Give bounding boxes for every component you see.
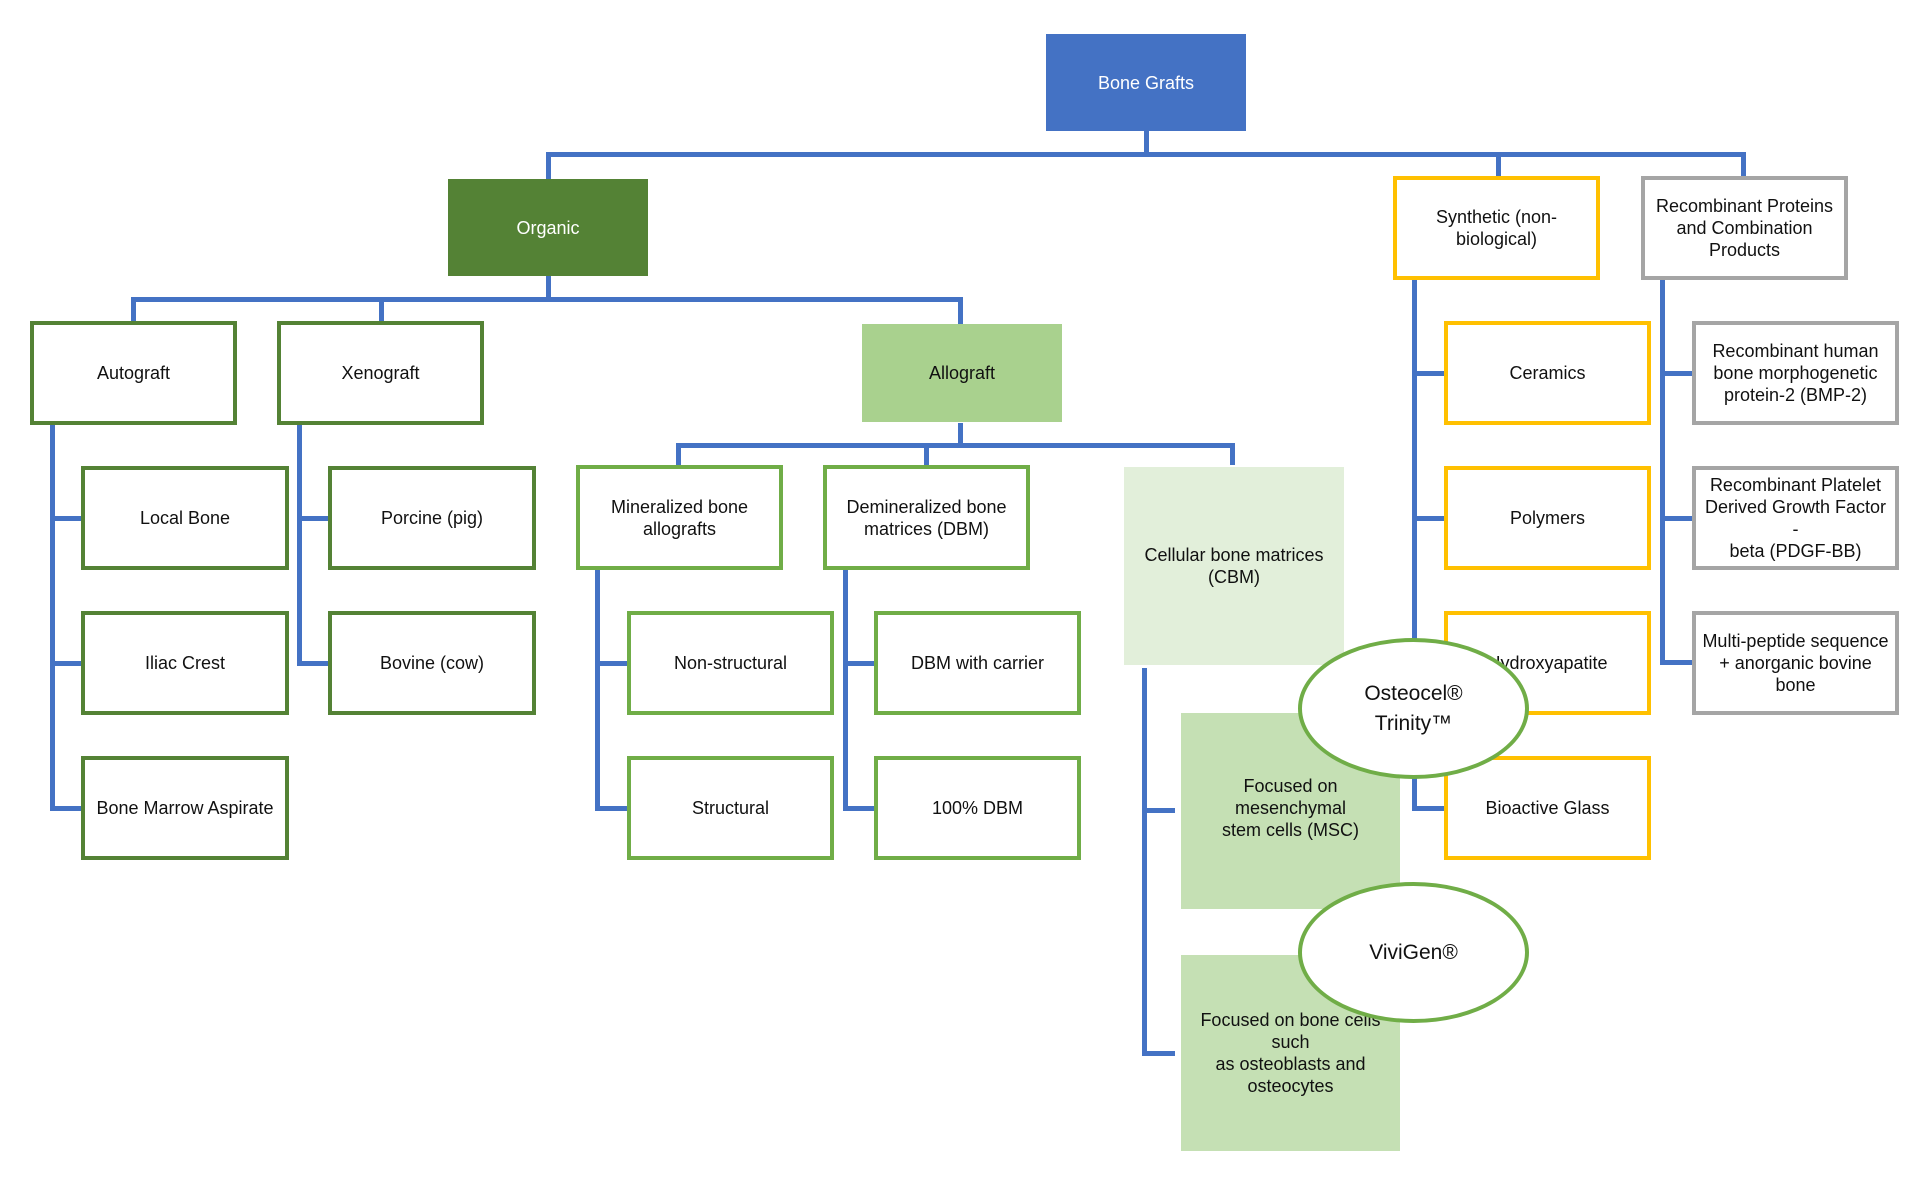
node-ceramics: Ceramics <box>1444 321 1651 425</box>
node-label: Ceramics <box>1509 363 1586 383</box>
node-label: Bioactive Glass <box>1485 798 1610 818</box>
node-label: Recombinant human bone morphogenetic pro… <box>1712 341 1879 405</box>
connector-to-dbm-carrier <box>843 661 875 666</box>
connector-autograft-spine <box>50 424 55 810</box>
connector-mineralized-spine <box>595 569 600 811</box>
node-xenograft: Xenograft <box>277 321 484 425</box>
connector-to-structural <box>595 806 627 811</box>
node-label: Xenograft <box>341 363 420 383</box>
connector-to-bovine <box>297 661 329 666</box>
node-label: Structural <box>691 798 770 818</box>
node-label: 100% DBM <box>931 798 1024 818</box>
node-porcine: Porcine (pig) <box>328 466 536 570</box>
connector-to-bioactive-glass <box>1412 806 1446 811</box>
node-mineralized: Mineralized bone allografts <box>576 465 783 570</box>
node-label: DBM with carrier <box>910 653 1044 673</box>
node-label: Cellular bone matrices (CBM) <box>1144 545 1324 587</box>
node-cbm: Cellular bone matrices (CBM) <box>1124 467 1344 665</box>
node-label: Recombinant Proteins and Combination Pro… <box>1655 196 1834 260</box>
node-label: Recombinant Platelet Derived Growth Fact… <box>1704 475 1887 561</box>
connector-to-bone-marrow <box>50 806 82 811</box>
node-non-structural: Non-structural <box>627 611 834 715</box>
connector-to-pdgf <box>1660 516 1694 521</box>
node-bone-marrow-aspirate: Bone Marrow Aspirate <box>81 756 289 860</box>
connector-organic-bus <box>131 297 963 302</box>
connector-to-organic <box>546 152 551 179</box>
connector-to-synthetic <box>1496 152 1501 177</box>
node-bovine: Bovine (cow) <box>328 611 536 715</box>
node-label: Local Bone <box>139 508 231 528</box>
connector-to-bone-cells <box>1142 1051 1175 1056</box>
node-dbm-with-carrier: DBM with carrier <box>874 611 1081 715</box>
connector-to-non-structural <box>595 661 627 666</box>
node-label: Demineralized bone matrices (DBM) <box>846 496 1007 539</box>
connector-cbm-spine <box>1142 668 1147 1056</box>
node-bone-grafts: Bone Grafts <box>1046 34 1246 131</box>
node-polymers: Polymers <box>1444 466 1651 570</box>
node-label: Allograft <box>928 363 996 383</box>
connector-to-100-dbm <box>843 806 875 811</box>
node-pdgf-bb: Recombinant Platelet Derived Growth Fact… <box>1692 466 1899 570</box>
connector-to-bmp2 <box>1660 371 1694 376</box>
node-100-dbm: 100% DBM <box>874 756 1081 860</box>
connector-dbm-spine <box>843 569 848 811</box>
connector-to-multipeptide <box>1660 660 1694 665</box>
bone-grafts-diagram: Bone Grafts Organic Synthetic (non- biol… <box>0 0 1921 1182</box>
connector-to-polymers <box>1412 516 1446 521</box>
connector-to-mineralized <box>676 443 681 465</box>
connector-xenograft-spine <box>297 424 302 666</box>
node-label: Bone Marrow Aspirate <box>96 798 274 818</box>
connector-to-iliac-crest <box>50 661 82 666</box>
connector-to-msc <box>1142 808 1175 813</box>
connector-to-xenograft <box>379 297 384 323</box>
node-label: Polymers <box>1509 508 1585 528</box>
node-allograft: Allograft <box>862 324 1062 422</box>
product-label: ViviGen® <box>1369 940 1458 964</box>
connector-to-autograft <box>131 297 136 323</box>
connector-allograft-bus <box>676 443 1235 448</box>
node-recombinant: Recombinant Proteins and Combination Pro… <box>1641 176 1848 280</box>
node-label: Porcine (pig) <box>380 508 484 528</box>
node-local-bone: Local Bone <box>81 466 289 570</box>
connector-level1-bus <box>546 152 1746 157</box>
product-osteocel-trinity: Osteocel® Trinity™ <box>1298 638 1529 779</box>
node-label: Organic <box>516 217 580 238</box>
node-label: Focused on bone cells such as osteoblast… <box>1200 1010 1381 1096</box>
node-dbm: Demineralized bone matrices (DBM) <box>823 465 1030 570</box>
connector-to-cbm <box>1230 443 1235 465</box>
node-multipeptide: Multi-peptide sequence + anorganic bovin… <box>1692 611 1899 715</box>
node-bioactive-glass: Bioactive Glass <box>1444 756 1651 860</box>
node-label: Focused on mesenchymal stem cells (MSC) <box>1221 776 1359 840</box>
node-label: Non-structural <box>673 653 788 673</box>
node-synthetic: Synthetic (non- biological) <box>1393 176 1600 280</box>
node-label: Mineralized bone allografts <box>610 496 749 539</box>
node-label: Bone Grafts <box>1097 72 1195 93</box>
node-label: Multi-peptide sequence + anorganic bovin… <box>1702 631 1889 695</box>
connector-to-allograft <box>958 297 963 325</box>
connector-recombinant-spine <box>1660 278 1665 664</box>
connector-to-dbm <box>924 443 929 465</box>
product-vivigen: ViviGen® <box>1298 882 1529 1023</box>
connector-to-ceramics <box>1412 371 1446 376</box>
node-label: Synthetic (non- biological) <box>1435 207 1558 249</box>
node-bmp2: Recombinant human bone morphogenetic pro… <box>1692 321 1899 425</box>
node-iliac-crest: Iliac Crest <box>81 611 289 715</box>
node-organic: Organic <box>448 179 648 276</box>
connector-to-local-bone <box>50 516 82 521</box>
node-label: Autograft <box>96 363 171 383</box>
node-label: Bovine (cow) <box>379 653 485 673</box>
node-label: Iliac Crest <box>144 653 225 673</box>
product-label: Osteocel® Trinity™ <box>1364 681 1463 735</box>
connector-to-porcine <box>297 516 329 521</box>
node-autograft: Autograft <box>30 321 237 425</box>
node-structural: Structural <box>627 756 834 860</box>
connector-to-recombinant <box>1741 152 1746 177</box>
